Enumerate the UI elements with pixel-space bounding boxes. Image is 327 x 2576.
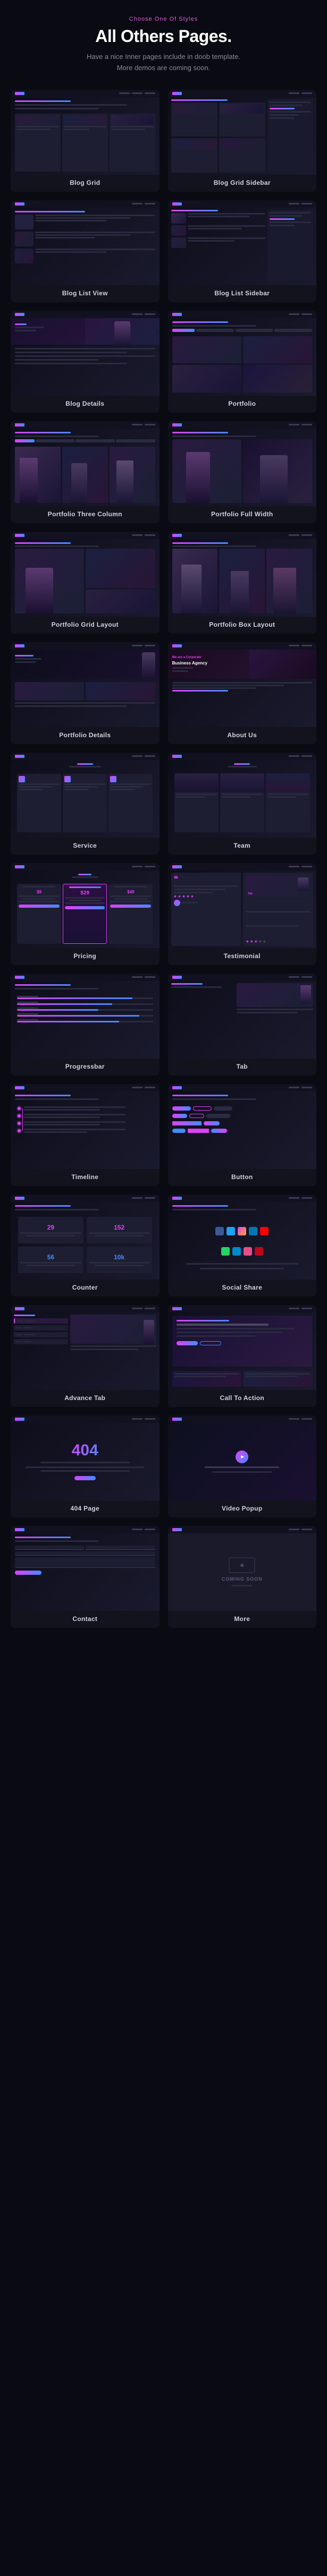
card-portfolio-box-layout-label: Portfolio Box Layout xyxy=(206,617,278,634)
card-contact-label: Contact xyxy=(69,1611,100,1628)
header: Choose One Of Styles All Others Pages. H… xyxy=(11,16,316,74)
card-portfolio-details[interactable]: Portfolio Details xyxy=(11,642,160,744)
card-service[interactable]: Service xyxy=(11,753,160,855)
card-advance-tab-label: Advance Tab xyxy=(61,1390,108,1407)
cards-grid: Blog Grid xyxy=(11,90,316,1628)
card-counter-label: Counter xyxy=(69,1280,101,1296)
card-portfolio-grid-layout[interactable]: Portfolio Grid Layout xyxy=(11,532,160,634)
card-portfolio-three-col-label: Portfolio Three Column xyxy=(45,506,125,523)
card-advance-tab[interactable]: Advance Tab xyxy=(11,1305,160,1407)
header-title: All Others Pages. xyxy=(11,27,316,46)
card-video-popup[interactable]: ▶ Video Popup xyxy=(168,1415,317,1517)
card-portfolio-full-width[interactable]: Portfolio Full Width xyxy=(168,421,317,523)
card-more-label: More xyxy=(231,1611,253,1628)
card-blog-grid-sidebar-label: Blog Grid Sidebar xyxy=(211,175,274,192)
card-more[interactable]: ▣ COMING SOON More xyxy=(168,1526,317,1628)
card-blog-grid-label: Blog Grid xyxy=(66,175,103,192)
card-portfolio-details-label: Portfolio Details xyxy=(56,727,114,744)
card-404-label: 404 Page xyxy=(68,1500,103,1517)
card-contact[interactable]: Contact xyxy=(11,1526,160,1628)
card-blog-list-view-label: Blog List View xyxy=(59,285,111,302)
card-button[interactable]: Button xyxy=(168,1084,317,1186)
card-timeline-label: Timeline xyxy=(68,1169,102,1186)
card-social-share-label: Social Share xyxy=(219,1280,265,1296)
card-blog-list-sidebar-label: Blog List Sidebar xyxy=(211,285,273,302)
card-blog-grid-sidebar[interactable]: Blog Grid Sidebar xyxy=(168,90,317,192)
card-service-label: Service xyxy=(70,838,100,855)
card-progressbar[interactable]: Progressbar xyxy=(11,974,160,1076)
card-tab[interactable]: Tab xyxy=(168,974,317,1076)
card-testimonial-label: Testimonial xyxy=(221,948,264,965)
card-blog-details-label: Blog Details xyxy=(62,396,107,413)
card-pricing-label: Pricing xyxy=(70,948,99,965)
card-about-us-label: About Us xyxy=(224,727,260,744)
header-desc: Have a nice Inner pages include in doob … xyxy=(11,52,316,74)
card-blog-list-sidebar[interactable]: Blog List Sidebar xyxy=(168,200,317,302)
card-cta-label: Call To Action xyxy=(216,1390,267,1407)
card-cta[interactable]: Call To Action xyxy=(168,1305,317,1407)
card-portfolio-three-col[interactable]: Portfolio Three Column xyxy=(11,421,160,523)
card-portfolio-label: Portfolio xyxy=(225,396,259,413)
card-about-us[interactable]: We are a Corporate Business Agency xyxy=(168,642,317,744)
card-video-popup-label: Video Popup xyxy=(219,1500,265,1517)
card-blog-details[interactable]: Blog Details xyxy=(11,311,160,413)
card-pricing[interactable]: $9 $29 xyxy=(11,863,160,965)
page-wrapper: Choose One Of Styles All Others Pages. H… xyxy=(0,0,327,1649)
card-social-share[interactable]: Social Share xyxy=(168,1195,317,1296)
card-team-label: Team xyxy=(230,838,254,855)
card-portfolio-grid-layout-label: Portfolio Grid Layout xyxy=(48,617,122,634)
card-blog-list-view[interactable]: Blog List View xyxy=(11,200,160,302)
card-blog-grid[interactable]: Blog Grid xyxy=(11,90,160,192)
card-counter[interactable]: 29 152 56 xyxy=(11,1195,160,1296)
card-team[interactable]: Team xyxy=(168,753,317,855)
card-portfolio-full-width-label: Portfolio Full Width xyxy=(208,506,276,523)
card-portfolio[interactable]: Portfolio xyxy=(168,311,317,413)
card-portfolio-box-layout[interactable]: Portfolio Box Layout xyxy=(168,532,317,634)
card-404[interactable]: 404 404 Page xyxy=(11,1415,160,1517)
card-timeline[interactable]: Timeline xyxy=(11,1084,160,1186)
card-tab-label: Tab xyxy=(233,1059,251,1076)
card-progressbar-label: Progressbar xyxy=(62,1059,108,1076)
card-button-label: Button xyxy=(228,1169,256,1186)
header-label: Choose One Of Styles xyxy=(11,16,316,22)
card-testimonial[interactable]: ❝ Tab xyxy=(168,863,317,965)
